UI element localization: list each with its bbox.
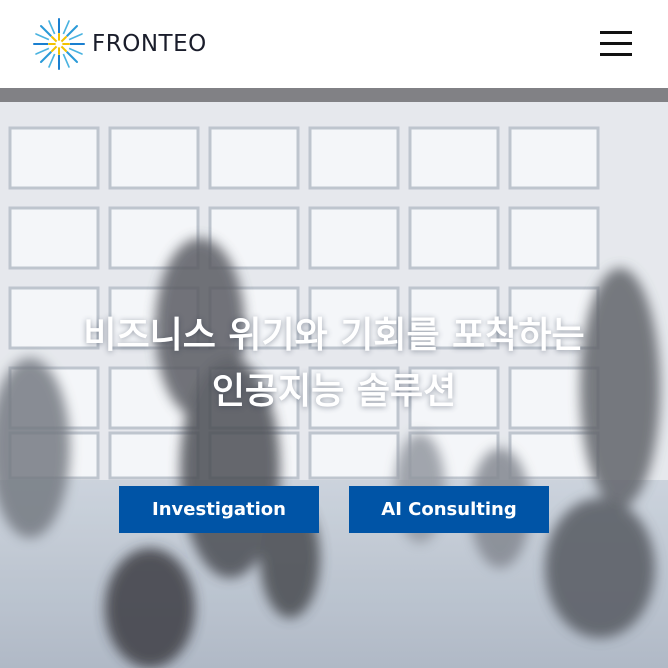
hero-headline-line1: 비즈니스 위기와 기회를 포착하는 (83, 315, 585, 356)
ai-consulting-button[interactable]: AI Consulting (349, 486, 549, 533)
logo-wordmark: FRONTEO (92, 30, 207, 57)
hamburger-menu-icon[interactable] (598, 29, 634, 59)
hero-headline-line2: 인공지능 솔루션 (211, 371, 457, 412)
sunburst-logo-icon (33, 18, 85, 70)
site-header: FRONTEO (0, 0, 668, 88)
fronteo-logo[interactable]: FRONTEO (32, 16, 207, 72)
hero-section: 비즈니스 위기와 기회를 포착하는 인공지능 솔루션 Investigation… (0, 88, 668, 668)
hero-headline: 비즈니스 위기와 기회를 포착하는 인공지능 솔루션 (0, 308, 668, 420)
investigation-button[interactable]: Investigation (119, 486, 319, 533)
